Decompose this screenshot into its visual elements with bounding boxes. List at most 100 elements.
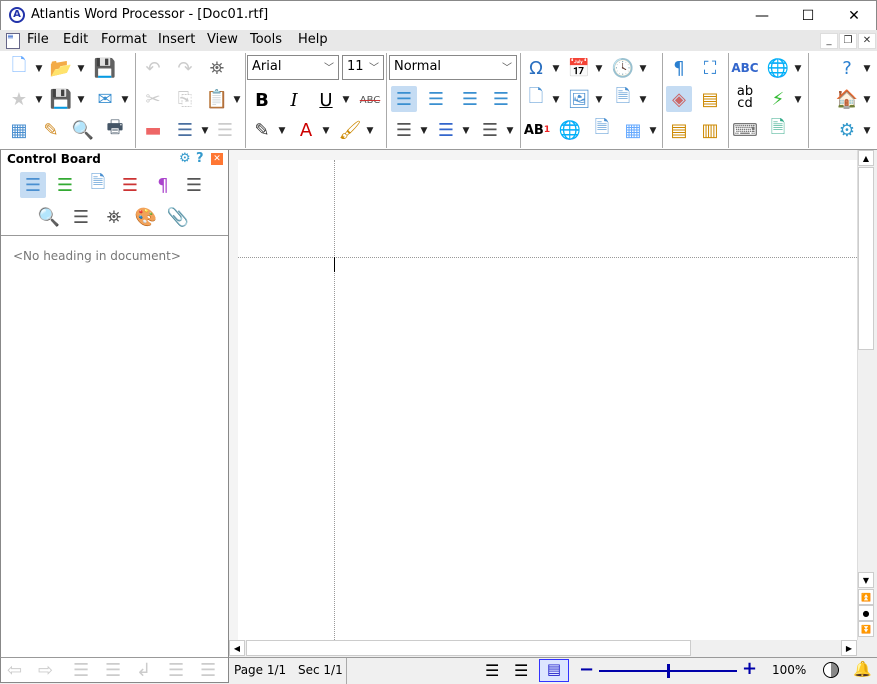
insert-picture-dropdown[interactable]: ▼ [595,96,603,104]
font-name-select[interactable]: Arial﹀ [247,55,339,80]
symbol-omega-dropdown[interactable]: ▼ [552,65,560,73]
paste-icon[interactable]: 📋 [204,86,230,112]
new-document-dropdown[interactable]: ▼ [35,65,43,73]
next-page-button[interactable]: ⏬ [858,621,874,637]
copy-icon[interactable]: ⎘ [172,86,198,112]
text-lines-icon[interactable]: ☰ [68,204,94,230]
horizontal-ruler-icon[interactable]: ▤ [666,117,692,143]
menu-view[interactable]: View [203,32,242,47]
multilevel-list-dropdown[interactable]: ▼ [506,127,514,135]
zoom-slider-thumb[interactable] [667,664,670,678]
delete-section-icon[interactable]: ☰ [105,660,121,681]
gear-icon[interactable]: ⚙ [179,151,191,166]
open-folder-icon[interactable]: 📂 [48,55,74,81]
horizontal-scrollbar[interactable]: ◀ ▶ [229,640,857,657]
numbered-list-icon[interactable]: ☰ [433,117,459,143]
print-icon[interactable]: 🖶 [102,117,128,143]
italic-button[interactable]: I [281,87,307,113]
save-as-icon[interactable]: 💾 [48,86,74,112]
insert-table-icon[interactable]: ▦ [620,117,646,143]
quick-action-dropdown[interactable]: ▼ [794,96,802,104]
clips-icon[interactable]: 📎 [165,204,191,230]
email-dropdown[interactable]: ▼ [121,96,129,104]
font-color-dropdown[interactable]: ▼ [322,127,330,135]
find-binoculars-icon[interactable]: ⛯ [204,55,230,81]
paste-dropdown[interactable]: ▼ [233,96,241,104]
save-as-dropdown[interactable]: ▼ [77,96,85,104]
settings-gears-dropdown[interactable]: ▼ [863,127,871,135]
open-folder-dropdown[interactable]: ▼ [77,65,85,73]
quick-action-icon[interactable]: ⚡ [765,86,791,112]
mdi-restore-button[interactable]: ❐ [839,33,857,49]
home-page-dropdown[interactable]: ▼ [863,96,871,104]
page-view-icon[interactable]: ▤ [697,86,723,112]
insert-file-dropdown[interactable]: ▼ [552,96,560,104]
help-dropdown[interactable]: ▼ [863,65,871,73]
scroll-right-button[interactable]: ▶ [841,640,857,656]
insert-page-break-icon[interactable]: 🗎 [610,86,636,112]
vertical-scrollbar[interactable]: ▲ ▼ ⏫ ● ⏬ [857,150,875,640]
minimize-button[interactable]: — [739,1,785,31]
multilevel-list-icon[interactable]: ☰ [477,117,503,143]
insert-time-dropdown[interactable]: ▼ [639,65,647,73]
font-color-icon[interactable]: A [293,117,319,143]
new-document-icon[interactable]: 🗋 [6,55,32,81]
zoom-magnifier-icon[interactable]: 🔍 [36,204,62,230]
forward-arrow-icon[interactable]: ⇨ [38,660,53,681]
spell-check-button[interactable]: ABC [732,55,758,81]
move-up-icon[interactable]: ☰ [168,660,184,681]
back-arrow-icon[interactable]: ⇦ [7,660,22,681]
document-icon[interactable]: ≡ [6,33,20,49]
browse-object-button[interactable]: ● [858,605,874,621]
insert-date-icon[interactable]: 📅 [566,55,592,81]
insert-picture-icon[interactable]: 🖼 [566,86,592,112]
undo-icon[interactable]: ↶ [140,55,166,81]
help-icon[interactable]: ? [834,55,860,81]
font-styles-icon[interactable]: ¶ [150,172,176,198]
delete-heading-icon[interactable]: ☰ [73,660,89,681]
paragraph-style-select[interactable]: Normal﹀ [389,55,517,80]
insert-page-break-dropdown[interactable]: ▼ [639,96,647,104]
insert-file-icon[interactable]: 🗋 [523,86,549,112]
scroll-thumb[interactable] [858,167,874,350]
superscript-button[interactable]: AB1 [523,117,551,143]
online-spell-check-dropdown[interactable]: ▼ [794,65,802,73]
maximize-button[interactable]: ☐ [785,1,831,31]
scroll-down-button[interactable]: ▼ [858,572,874,588]
format-painter-dropdown[interactable]: ▼ [366,127,374,135]
insert-time-icon[interactable]: 🕓 [610,55,636,81]
close-button[interactable]: ✕ [831,1,877,31]
settings-gears-icon[interactable]: ⚙ [834,117,860,143]
web-layout-icon[interactable]: ▦ [6,117,32,143]
redo-icon[interactable]: ↷ [172,55,198,81]
bookmarks-icon[interactable]: ☰ [117,172,143,198]
bullet-list-dropdown[interactable]: ▼ [420,127,428,135]
menu-help[interactable]: Help [294,32,332,47]
justify-icon[interactable]: ☰ [488,86,514,112]
bell-icon[interactable]: 🔔 [853,660,872,678]
styles-icon[interactable]: ☰ [52,172,78,198]
document-page[interactable] [238,160,857,640]
normal-view-icon[interactable]: ☰ [514,661,528,680]
scroll-thumb[interactable] [246,640,691,656]
highlight-pen-dropdown[interactable]: ▼ [278,127,286,135]
menu-format[interactable]: Format [97,32,151,47]
format-painter-icon[interactable]: 🖌 [337,117,363,143]
hyperlink-globe-icon[interactable]: 🌐 [557,117,583,143]
numbered-list-dropdown[interactable]: ▼ [462,127,470,135]
scroll-up-button[interactable]: ▲ [858,150,874,166]
favorites-star-icon[interactable]: ★ [6,86,32,112]
promote-icon[interactable]: ↲ [136,660,151,681]
print-preview-icon[interactable]: 🔍 [70,117,96,143]
email-icon[interactable]: ✉ [92,86,118,112]
autotext-icon[interactable]: 🗎 [765,117,791,143]
keyboard-icon[interactable]: ⌨ [732,117,758,143]
favorites-star-dropdown[interactable]: ▼ [35,96,43,104]
align-left-icon[interactable]: ☰ [391,86,417,112]
line-spacing-icon[interactable]: ☰ [212,117,238,143]
cut-icon[interactable]: ✂ [140,86,166,112]
close-panel-icon[interactable]: ✕ [211,153,223,165]
help-icon[interactable]: ? [196,151,204,166]
replace-text-button[interactable]: abcd [732,85,758,111]
insert-date-dropdown[interactable]: ▼ [595,65,603,73]
